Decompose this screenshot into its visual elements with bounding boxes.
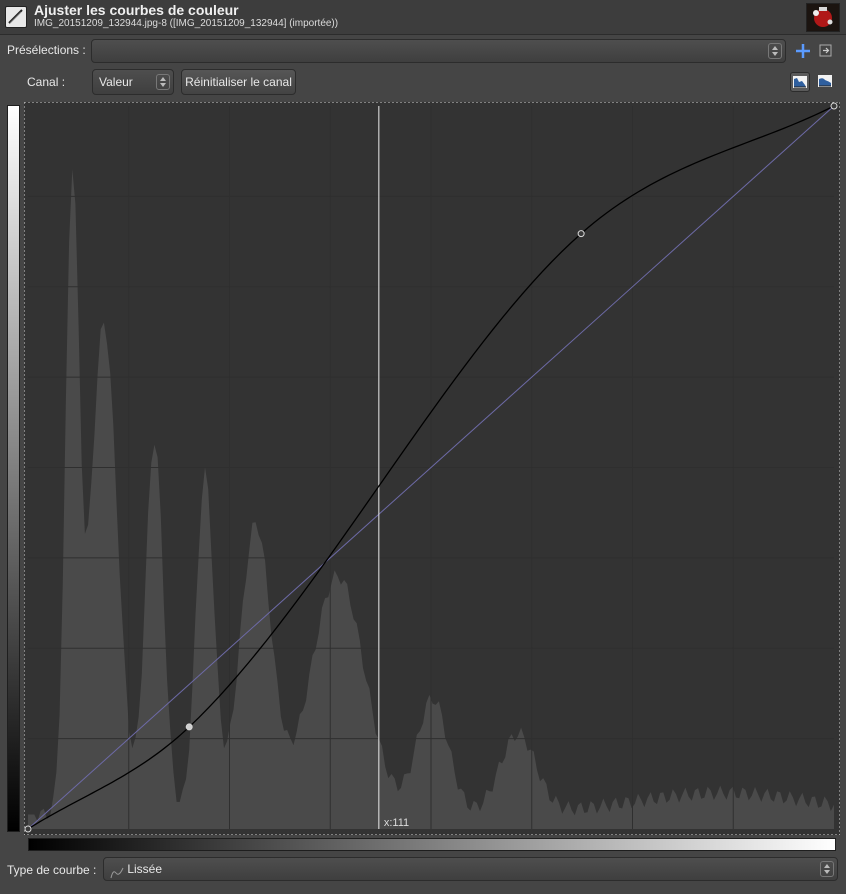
dialog-subtitle: IMG_20151209_132944.jpg-8 ([IMG_20151209… xyxy=(34,18,339,29)
curve-type-value: Lissée xyxy=(127,862,163,876)
logarithmic-histogram-icon[interactable] xyxy=(816,72,836,92)
dialog-title: Ajuster les courbes de couleur xyxy=(34,2,239,18)
presets-spin-icon xyxy=(768,43,782,59)
cursor-readout: x:111 xyxy=(384,817,409,829)
preset-menu-icon[interactable] xyxy=(818,43,834,59)
tool-curves-icon xyxy=(5,6,27,28)
reset-channel-button[interactable]: Réinitialiser le canal xyxy=(181,69,296,95)
channel-combo[interactable]: Valeur xyxy=(92,69,174,95)
add-preset-icon[interactable] xyxy=(793,41,813,61)
smooth-curve-icon xyxy=(110,864,124,878)
input-value-gradient xyxy=(7,105,20,832)
curve-point-handle[interactable] xyxy=(185,723,193,731)
curve-point-handle[interactable] xyxy=(577,230,585,238)
output-value-gradient xyxy=(28,838,836,851)
image-thumbnail xyxy=(806,3,840,32)
presets-combo[interactable] xyxy=(91,39,786,63)
dialog-header: Ajuster les courbes de couleur IMG_20151… xyxy=(0,0,846,35)
channel-value: Valeur xyxy=(99,75,133,89)
curve-type-spin-icon xyxy=(820,861,834,877)
channel-spin-icon xyxy=(156,74,170,90)
presets-label: Présélections : xyxy=(7,43,86,57)
curve-point-handle[interactable] xyxy=(24,825,32,833)
curve-point-handle[interactable] xyxy=(830,102,838,110)
curve-type-label: Type de courbe : xyxy=(7,863,97,877)
curve-type-combo[interactable]: Lissée xyxy=(103,857,838,881)
linear-histogram-icon[interactable] xyxy=(790,72,810,92)
channel-label: Canal : xyxy=(27,75,66,89)
curves-graph[interactable]: x:111 xyxy=(24,102,840,835)
